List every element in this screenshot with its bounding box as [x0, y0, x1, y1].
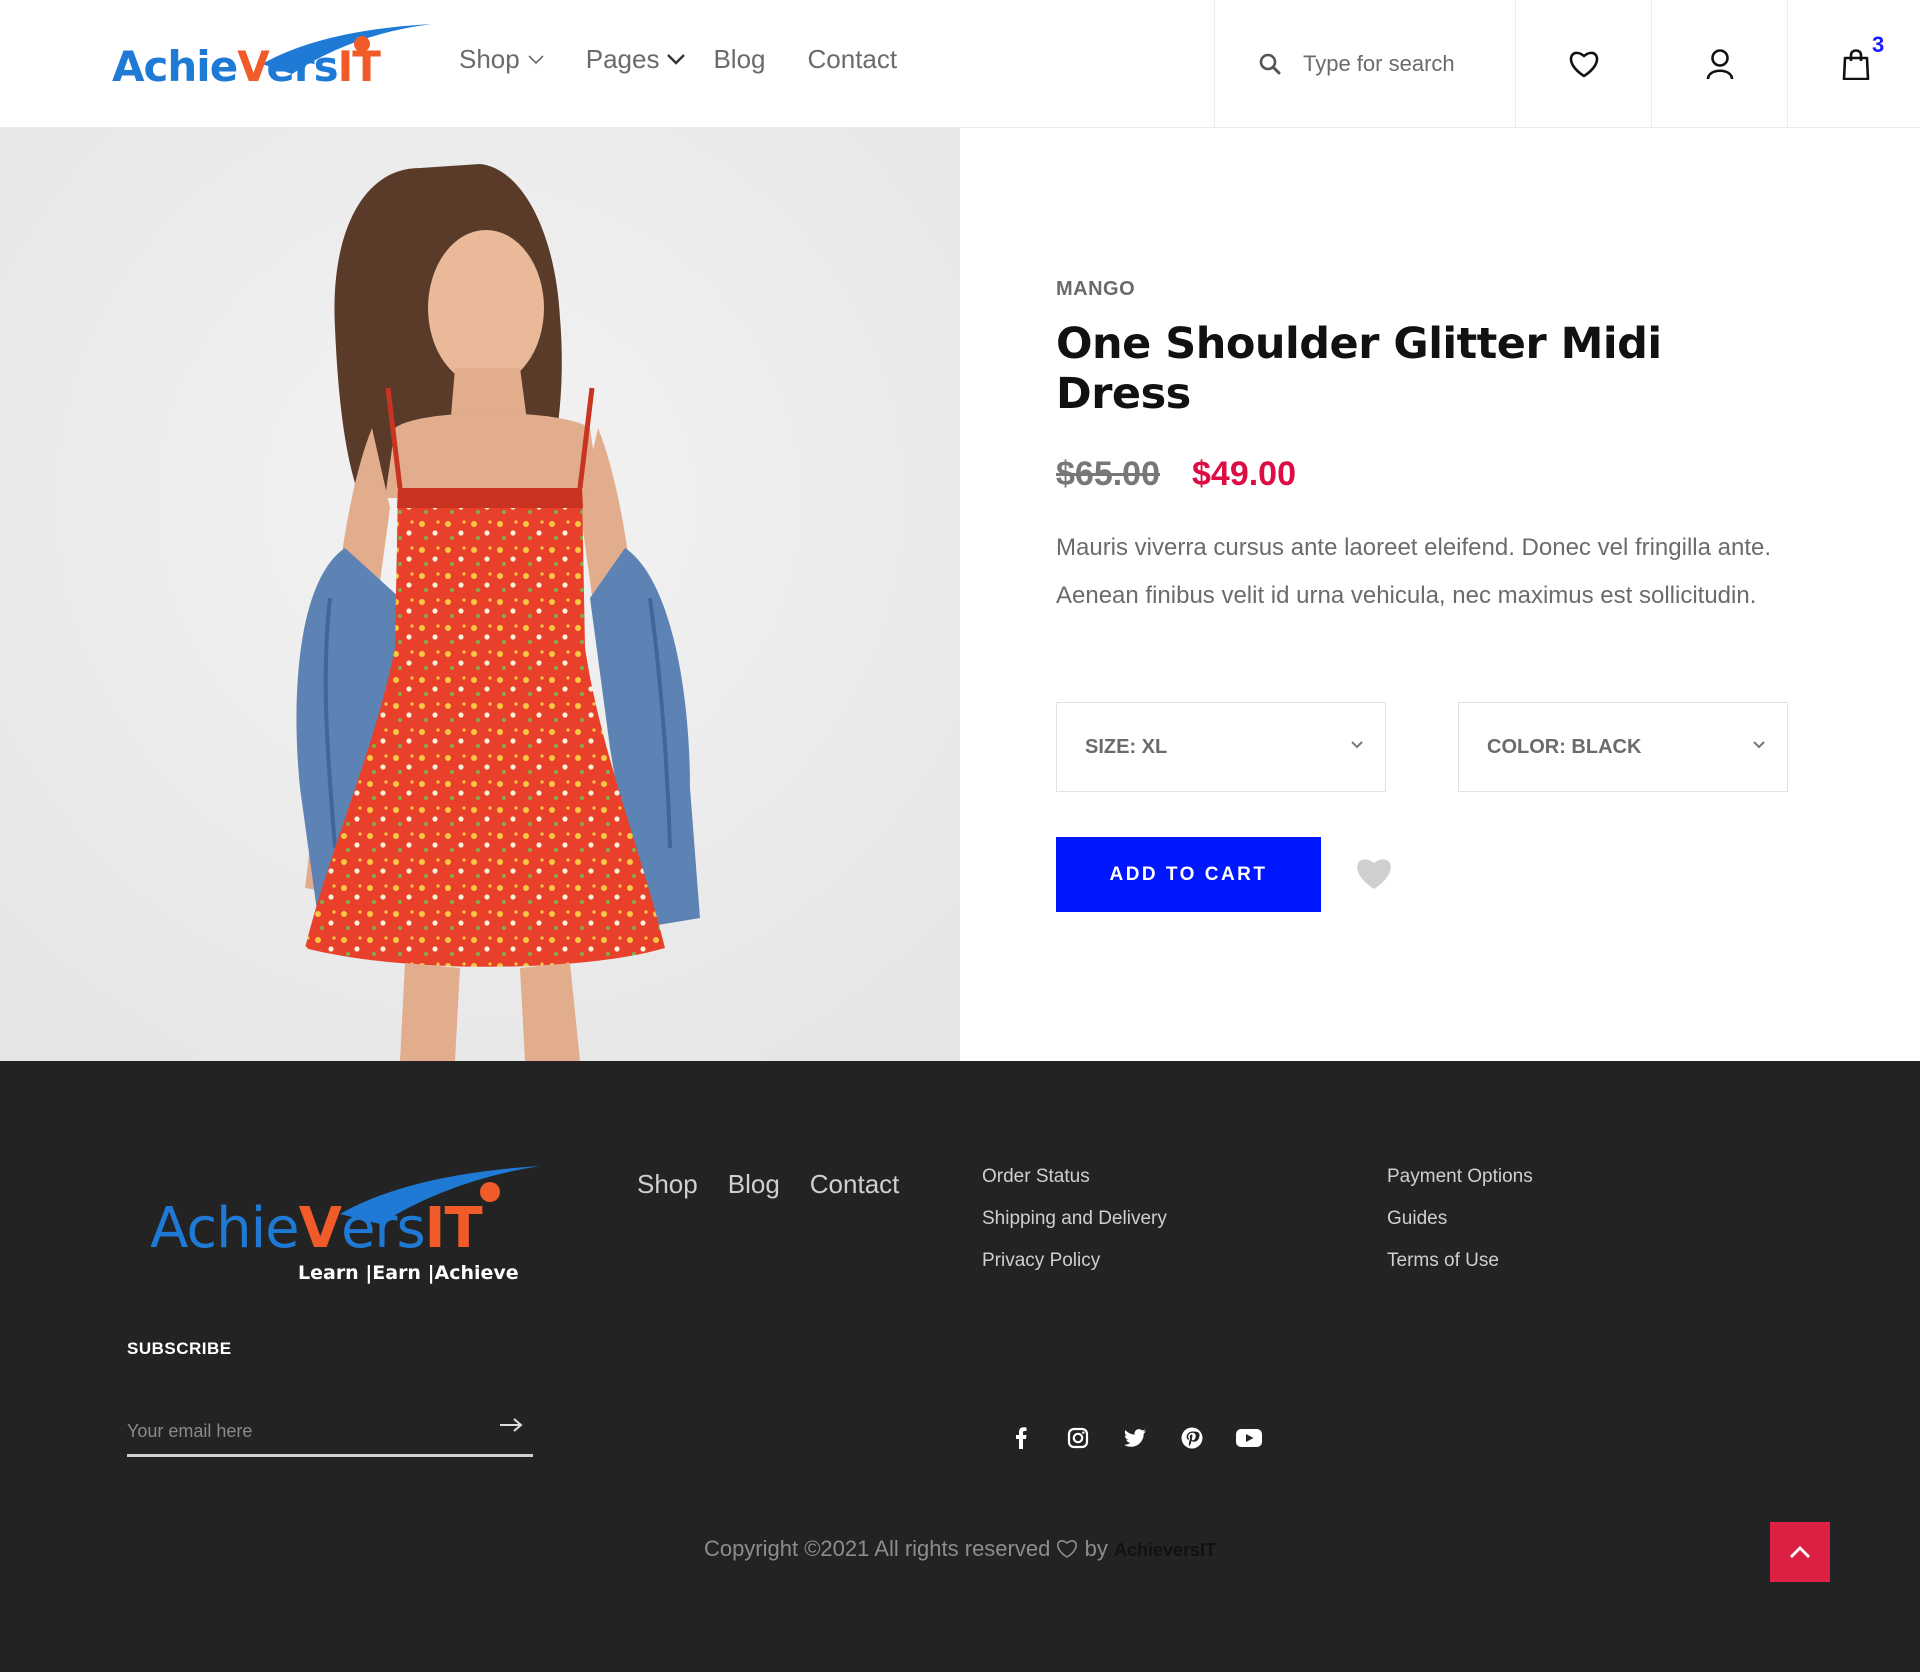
- footer-logo-wordmark: AchieVersIT: [150, 1196, 483, 1261]
- footer-nav-blog[interactable]: Blog: [728, 1169, 780, 1200]
- footer-nav-shop[interactable]: Shop: [637, 1169, 698, 1200]
- shopping-bag-icon: [1842, 49, 1870, 80]
- size-select-value: SIZE: XL: [1085, 735, 1168, 758]
- logo-wordmark: AchieVersIT: [112, 42, 381, 91]
- chevron-down-icon: [528, 54, 544, 64]
- color-select[interactable]: COLOR: BLACK: [1458, 702, 1788, 792]
- chevron-down-icon: [1351, 741, 1363, 749]
- site-header: AchieVersIT Shop Pages Blog Contact Type…: [0, 0, 1920, 128]
- copyright-by: by: [1084, 1536, 1108, 1561]
- subscribe-form: [127, 1411, 533, 1457]
- logo-text-part: IT: [424, 1196, 483, 1261]
- logo-text-part: V: [237, 42, 267, 91]
- chevron-up-icon: [1790, 1546, 1810, 1558]
- search-input[interactable]: [1303, 51, 1503, 77]
- logo-text-part: Achie: [112, 42, 238, 91]
- youtube-icon: [1235, 1429, 1262, 1447]
- instagram-link[interactable]: [1049, 1421, 1106, 1455]
- subscribe-title: SUBSCRIBE: [127, 1339, 232, 1358]
- add-to-cart-button[interactable]: ADD TO CART: [1056, 837, 1321, 912]
- footer-links-col-1: Order Status Shipping and Delivery Priva…: [982, 1166, 1167, 1272]
- old-price: $65.00: [1056, 455, 1160, 493]
- heart-outline-icon: [1057, 1540, 1078, 1558]
- search-icon[interactable]: [1259, 53, 1281, 75]
- footer-link-payment[interactable]: Payment Options: [1387, 1166, 1533, 1188]
- add-to-wishlist-heart-icon[interactable]: [1354, 855, 1394, 891]
- product-details: MANGO One Shoulder Glitter Midi Dress $6…: [1056, 278, 1796, 620]
- sale-price: $49.00: [1192, 455, 1296, 493]
- product-photo: [0, 128, 960, 1061]
- logo-text-part: V: [298, 1196, 342, 1261]
- twitter-icon: [1123, 1429, 1146, 1447]
- logo-text-part: ers: [340, 1196, 426, 1261]
- site-footer: AchieVersIT Learn |Earn |Achieve Shop Bl…: [0, 1061, 1920, 1672]
- footer-link-terms[interactable]: Terms of Use: [1387, 1250, 1533, 1272]
- chevron-down-icon: [1753, 741, 1765, 749]
- search-box: [1214, 0, 1516, 128]
- footer-tagline: Learn |Earn |Achieve: [298, 1262, 519, 1284]
- nav-label: Blog: [713, 44, 766, 74]
- account-button[interactable]: [1652, 0, 1788, 128]
- footer-link-shipping[interactable]: Shipping and Delivery: [982, 1208, 1167, 1230]
- nav-item-blog[interactable]: Blog: [713, 44, 765, 75]
- instagram-icon: [1067, 1427, 1088, 1449]
- product-brand[interactable]: MANGO: [1056, 278, 1796, 301]
- nav-item-contact[interactable]: Contact: [808, 44, 898, 75]
- footer-link-guides[interactable]: Guides: [1387, 1208, 1533, 1230]
- cart-button[interactable]: 3: [1788, 0, 1920, 128]
- product-image: [0, 128, 960, 1061]
- main-nav: Shop Pages Blog Contact: [459, 44, 897, 75]
- footer-nav: Shop Blog Contact: [637, 1169, 929, 1200]
- wishlist-button[interactable]: [1516, 0, 1652, 128]
- nav-label: Contact: [807, 44, 898, 74]
- footer-nav-contact[interactable]: Contact: [810, 1169, 900, 1200]
- youtube-link[interactable]: [1220, 1421, 1277, 1455]
- cart-count-badge: 3: [1872, 32, 1885, 57]
- footer-link-order-status[interactable]: Order Status: [982, 1166, 1167, 1188]
- logo-text-part: IT: [337, 42, 381, 91]
- nav-label: Pages: [585, 44, 660, 74]
- nav-item-shop[interactable]: Shop: [459, 44, 544, 75]
- social-links: [992, 1421, 1277, 1455]
- arrow-right-icon[interactable]: [499, 1417, 523, 1433]
- product-title: One Shoulder Glitter Midi Dress: [1056, 319, 1662, 419]
- facebook-link[interactable]: [992, 1421, 1049, 1455]
- footer-links-col-2: Payment Options Guides Terms of Use: [1387, 1166, 1533, 1272]
- logo-text-part: ers: [266, 42, 338, 91]
- pinterest-link[interactable]: [1163, 1421, 1220, 1455]
- logo-text-part: Achie: [150, 1196, 300, 1261]
- heart-icon: [1569, 51, 1598, 78]
- chevron-down-icon: [667, 53, 686, 65]
- copyright-brand-link[interactable]: AchieversIT: [1114, 1540, 1216, 1560]
- product-description: Mauris viverra cursus ante laoreet eleif…: [1056, 534, 1772, 609]
- copyright: Copyright ©2021 All rights reserved by A…: [0, 1536, 1920, 1562]
- color-select-value: COLOR: BLACK: [1487, 735, 1642, 758]
- nav-item-pages[interactable]: Pages: [586, 44, 686, 75]
- size-select[interactable]: SIZE: XL: [1056, 702, 1386, 792]
- product-prices: $65.00 $49.00: [1056, 455, 1796, 494]
- twitter-link[interactable]: [1106, 1421, 1163, 1455]
- subscribe-email-input[interactable]: [127, 1411, 467, 1451]
- user-icon: [1706, 49, 1733, 80]
- copyright-text: Copyright ©2021 All rights reserved: [703, 1536, 1051, 1561]
- back-to-top-button[interactable]: [1770, 1522, 1830, 1582]
- footer-link-privacy[interactable]: Privacy Policy: [982, 1250, 1167, 1272]
- site-logo[interactable]: AchieVersIT: [112, 22, 432, 94]
- footer-logo[interactable]: AchieVersIT Learn |Earn |Achieve: [150, 1166, 540, 1286]
- pinterest-icon: [1181, 1427, 1202, 1449]
- nav-label: Shop: [459, 44, 520, 74]
- facebook-icon: [1015, 1427, 1026, 1449]
